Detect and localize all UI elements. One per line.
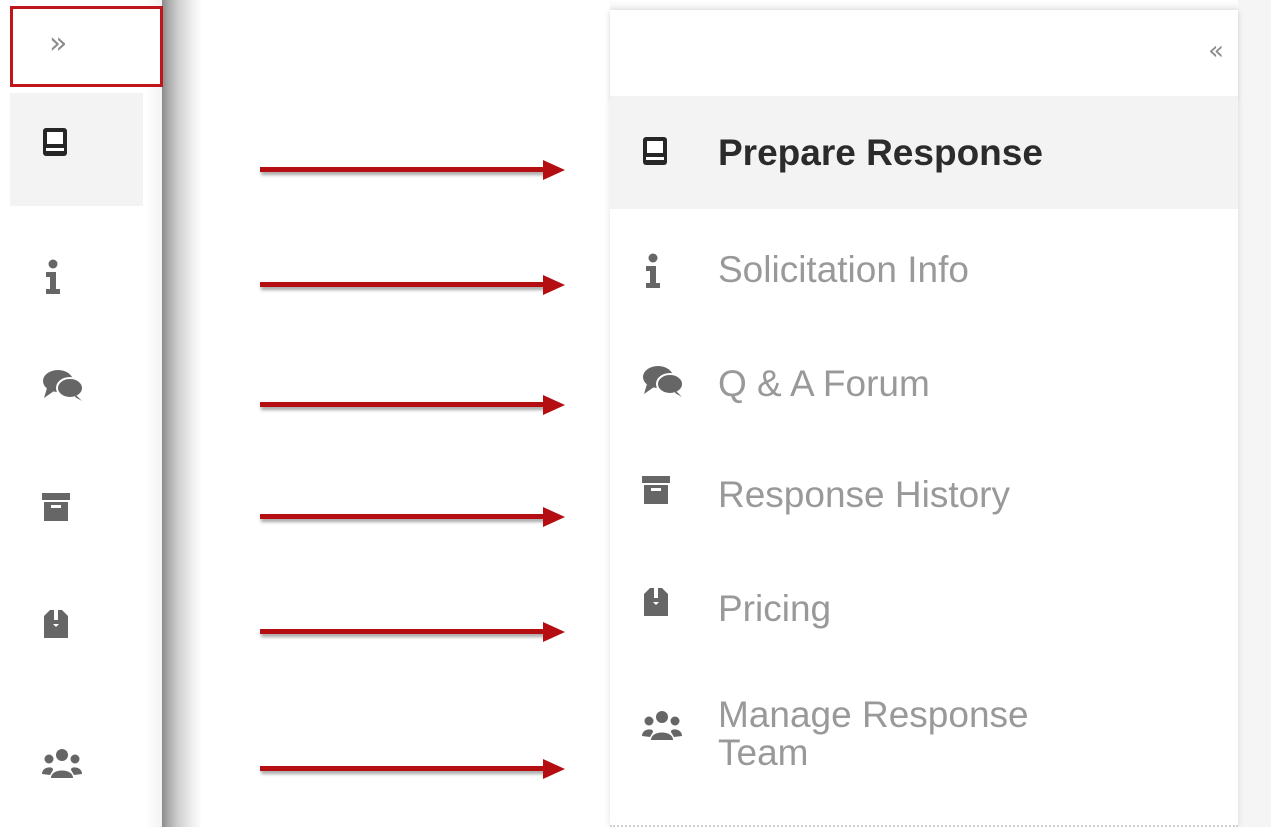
archive-icon bbox=[42, 493, 70, 521]
annotation-arrow bbox=[260, 395, 565, 415]
annotation-arrow bbox=[260, 622, 565, 642]
sidebar-item-label: Manage Response Team bbox=[718, 694, 1029, 773]
sidebar-item-response-history[interactable]: Response History bbox=[610, 439, 1238, 552]
annotation-arrow bbox=[260, 275, 565, 295]
users-icon bbox=[42, 749, 82, 778]
sidebar-item-label: Pricing bbox=[718, 588, 832, 629]
box-icon bbox=[644, 588, 668, 616]
users-icon bbox=[642, 711, 682, 740]
sidebar-item-pricing[interactable]: Pricing bbox=[610, 552, 1238, 665]
book-icon bbox=[43, 128, 67, 156]
sidebar-item-label: Response History bbox=[718, 474, 1011, 515]
sidebar-item-label: Q & A Forum bbox=[718, 363, 930, 404]
sidebar-item-label: Prepare Response bbox=[718, 132, 1043, 173]
collapsed-item-manage-response-team[interactable] bbox=[10, 694, 143, 807]
collapsed-item-qa-forum[interactable] bbox=[10, 326, 143, 439]
collapse-sidebar-button[interactable]: « bbox=[1208, 36, 1224, 66]
sidebar-item-prepare-response[interactable]: Prepare Response bbox=[610, 96, 1238, 209]
sidebar-item-label: Solicitation Info bbox=[718, 249, 969, 290]
double-chevron-right-icon: » bbox=[49, 26, 68, 61]
sidebar-header: « bbox=[610, 10, 1238, 98]
collapsed-item-response-history[interactable] bbox=[10, 439, 143, 552]
sidebar-item-manage-response-team[interactable]: Manage Response Team bbox=[610, 670, 1238, 783]
sidebar-item-solicitation-info[interactable]: Solicitation Info bbox=[610, 213, 1238, 326]
expand-sidebar-button[interactable]: » bbox=[10, 6, 163, 87]
annotation-arrow bbox=[260, 160, 565, 180]
box-icon bbox=[44, 610, 68, 638]
info-icon bbox=[646, 253, 660, 288]
collapsed-item-pricing[interactable] bbox=[10, 552, 143, 665]
collapsed-sidebar-edge bbox=[145, 0, 162, 827]
comments-icon bbox=[43, 370, 84, 401]
archive-icon bbox=[642, 476, 670, 504]
top-shadow-band bbox=[610, 0, 1271, 10]
sidebar-item-qa-forum[interactable]: Q & A Forum bbox=[610, 326, 1238, 439]
collapsed-item-prepare-response[interactable] bbox=[10, 93, 143, 206]
info-icon bbox=[46, 259, 60, 294]
collapsed-item-solicitation-info[interactable] bbox=[10, 213, 143, 326]
collapsed-sidebar-shadow bbox=[162, 0, 202, 827]
annotation-arrow bbox=[260, 759, 565, 779]
comments-icon bbox=[643, 366, 684, 397]
expanded-sidebar: « Prepare Response Solicitation Info Q &… bbox=[610, 10, 1238, 827]
content-background bbox=[1238, 0, 1271, 827]
annotation-arrow bbox=[260, 507, 565, 527]
book-icon bbox=[643, 137, 667, 165]
